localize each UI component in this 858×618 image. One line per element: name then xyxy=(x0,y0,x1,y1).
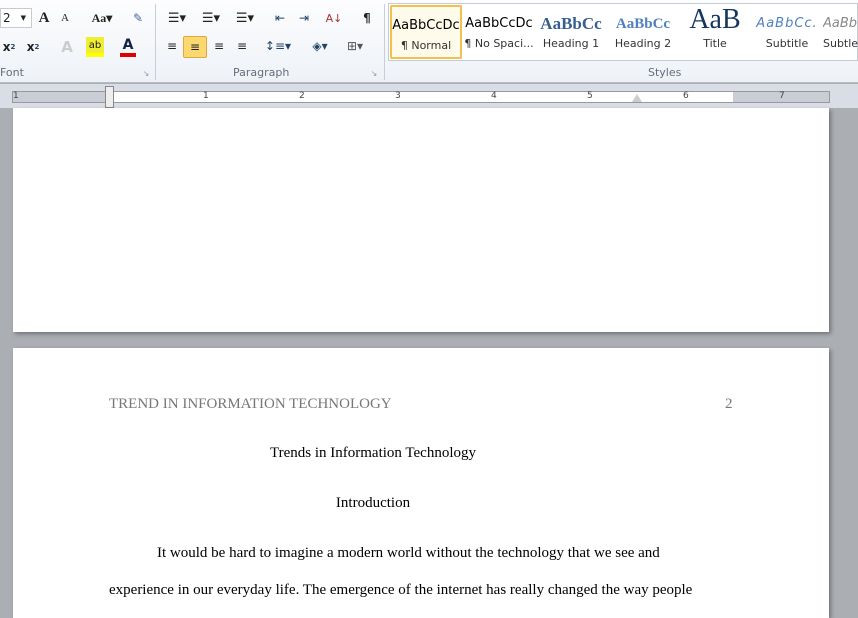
highlight-icon[interactable]: ab xyxy=(86,37,104,57)
section-heading: Introduction xyxy=(335,495,411,511)
page-header-text: TREND IN INFORMATION TECHNOLOGY xyxy=(109,396,392,412)
font-dialog-launcher-icon[interactable]: ↘ xyxy=(141,68,151,78)
chevron-down-icon: ▼ xyxy=(20,14,27,22)
subscript-icon[interactable]: x2 xyxy=(0,37,18,57)
justify-icon[interactable]: ≡ xyxy=(232,36,252,56)
body-line: experience in our everyday life. The eme… xyxy=(109,582,693,598)
divider xyxy=(155,4,156,80)
increase-indent-icon[interactable]: ⇥ xyxy=(294,8,314,28)
page-2: TREND IN INFORMATION TECHNOLOGY 2 Trends… xyxy=(13,348,829,618)
style-heading-1[interactable]: AaBbCc Heading 1 xyxy=(535,5,607,59)
right-indent-marker-icon[interactable] xyxy=(632,94,642,102)
style-subtle[interactable]: AaBb Subtle xyxy=(823,5,858,59)
shading-icon[interactable]: ◈▾ xyxy=(305,36,335,56)
show-paragraph-marks-icon[interactable]: ¶ xyxy=(358,8,376,28)
font-group-label: Font xyxy=(0,66,24,79)
sort-icon[interactable]: A↓ xyxy=(324,8,344,28)
line-spacing-icon[interactable]: ↕≡▾ xyxy=(264,36,292,56)
page-number: 2 xyxy=(725,396,733,412)
body-line: It would be hard to imagine a modern wor… xyxy=(157,545,660,561)
style-title[interactable]: AaB Title xyxy=(679,5,751,59)
borders-icon[interactable]: ⊞▾ xyxy=(340,36,370,56)
align-center-icon[interactable]: ≡ xyxy=(183,36,207,58)
change-case-icon[interactable]: Aa▾ xyxy=(88,8,116,28)
style-normal[interactable]: AaBbCcDc ¶ Normal xyxy=(390,5,462,59)
numbering-icon[interactable]: ☰▾ xyxy=(197,8,225,28)
paragraph-group-label: Paragraph xyxy=(233,66,290,79)
document-title: Trends in Information Technology xyxy=(269,445,476,461)
align-right-icon[interactable]: ≡ xyxy=(209,36,229,56)
align-left-icon[interactable]: ≡ xyxy=(162,36,182,56)
styles-group-label: Styles xyxy=(648,66,682,79)
paragraph-dialog-launcher-icon[interactable]: ↘ xyxy=(369,68,379,78)
style-no-spacing[interactable]: AaBbCcDc ¶ No Spaci... xyxy=(463,5,535,59)
shrink-font-icon[interactable]: A xyxy=(58,8,72,28)
horizontal-ruler[interactable]: 1 1 2 3 4 5 6 7 xyxy=(0,84,858,108)
text-effects-icon[interactable]: A xyxy=(56,37,78,57)
clear-formatting-icon[interactable]: ✎ xyxy=(128,8,148,28)
style-subtitle[interactable]: AaBbCc. Subtitle xyxy=(751,5,823,59)
divider xyxy=(384,4,385,80)
ribbon: 2 ▼ A A Aa▾ ✎ x2 x2 A ab A Font ↘ ☰▾ ☰▾ ☰… xyxy=(0,0,858,83)
indent-marker-icon[interactable] xyxy=(105,86,114,108)
styles-gallery: AaBbCcDc ¶ Normal AaBbCcDc ¶ No Spaci... A… xyxy=(388,3,858,61)
font-color-icon[interactable]: A xyxy=(120,37,136,57)
grow-font-icon[interactable]: A xyxy=(36,8,52,28)
style-heading-2[interactable]: AaBbCc Heading 2 xyxy=(607,5,679,59)
superscript-icon[interactable]: x2 xyxy=(24,37,42,57)
decrease-indent-icon[interactable]: ⇤ xyxy=(270,8,290,28)
multilevel-list-icon[interactable]: ☰▾ xyxy=(231,8,259,28)
page-1 xyxy=(13,108,829,332)
font-size-input[interactable]: 2 ▼ xyxy=(0,8,32,28)
bullets-icon[interactable]: ☰▾ xyxy=(163,8,191,28)
